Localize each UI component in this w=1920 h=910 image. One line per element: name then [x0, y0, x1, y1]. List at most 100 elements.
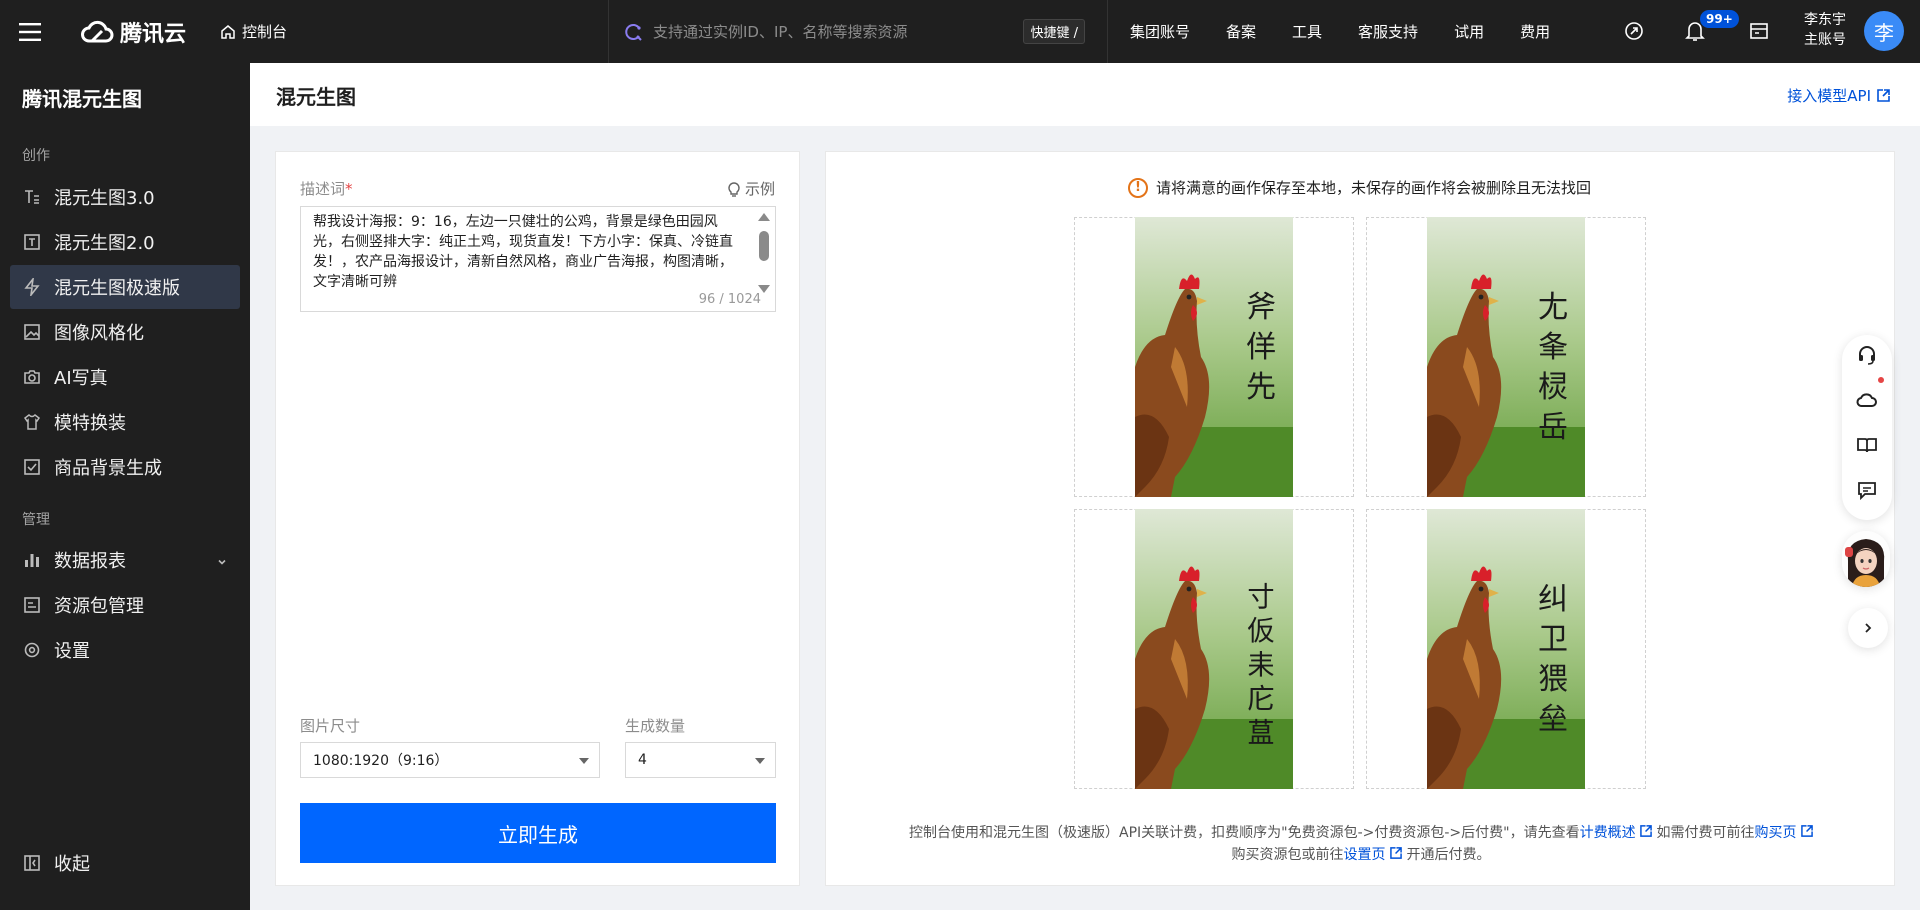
- result-image-3[interactable]: 寸仮耒庀蒀: [1074, 509, 1354, 789]
- sidebar-item-label: 设置: [54, 641, 90, 662]
- headset-icon[interactable]: [1855, 343, 1879, 367]
- billing-note-line-2: 购买资源包或前往设置页 开通后付费。: [826, 844, 1896, 866]
- api-link-label: 接入模型API: [1787, 87, 1871, 105]
- product-bg-icon: [22, 457, 42, 477]
- brand-logo[interactable]: 腾讯云: [80, 16, 186, 48]
- sidebar-item-ai-portrait[interactable]: AI写真: [10, 355, 240, 399]
- api-access-link[interactable]: 接入模型API: [1787, 85, 1890, 106]
- sidebar-item-label: 资源包管理: [54, 596, 144, 617]
- cloud-logo-icon: [81, 20, 114, 42]
- result-image-2[interactable]: 尢夆棂岳: [1366, 217, 1646, 497]
- console-home-link[interactable]: 控制台: [220, 21, 287, 42]
- sidebar-group-create: 创作: [22, 148, 50, 164]
- link-icon[interactable]: [1621, 18, 1647, 44]
- nav-trial[interactable]: 试用: [1454, 21, 1484, 42]
- results-panel: ! 请将满意的画作保存至本地，未保存的画作将会被删除且无法找回 斧佯先 尢夆棂岳…: [825, 151, 1895, 886]
- warning-icon: !: [1128, 177, 1148, 198]
- poster-headline-char: 猥: [1538, 662, 1568, 697]
- search-input[interactable]: [653, 22, 1013, 41]
- count-select[interactable]: 4: [625, 742, 776, 778]
- package-icon: [22, 595, 42, 615]
- sidebar-item-hunyuan-turbo[interactable]: 混元生图极速版: [10, 265, 240, 309]
- text-image-icon: [22, 187, 42, 207]
- billing-note-text: 购买资源包或前往: [1231, 847, 1344, 863]
- brand-name: 腾讯云: [120, 21, 187, 47]
- cloud-icon[interactable]: [1855, 388, 1879, 412]
- home-icon: [221, 24, 235, 39]
- chevron-right-icon[interactable]: [1848, 608, 1888, 648]
- nav-billing[interactable]: 费用: [1520, 21, 1550, 42]
- poster-headline-char: 庀: [1247, 684, 1274, 715]
- sidebar-item-label: 混元生图极速版: [54, 278, 180, 299]
- prompt-char-count: 96 / 1024: [698, 292, 761, 307]
- sidebar-item-label: AI写真: [54, 368, 108, 389]
- sidebar-item-outfit-swap[interactable]: 模特换装: [10, 400, 240, 444]
- scroll-up-arrow-icon[interactable]: [758, 213, 770, 221]
- poster-svg: 纠卫猥垒: [1427, 509, 1585, 789]
- unread-dot: [1878, 377, 1884, 383]
- sidebar-item-data-report[interactable]: 数据报表: [10, 538, 240, 582]
- poster-headline-char: 尢: [1538, 290, 1568, 325]
- count-label: 生成数量: [625, 717, 686, 735]
- page-header: 混元生图 接入模型API: [250, 63, 1920, 126]
- required-mark: *: [345, 180, 353, 198]
- nav-tools[interactable]: 工具: [1292, 21, 1322, 42]
- search-icon: [625, 23, 642, 41]
- poster-headline-char: 卫: [1538, 622, 1568, 657]
- sidebar-item-package[interactable]: 资源包管理: [10, 583, 240, 627]
- prompt-label: 描述词*: [300, 178, 353, 199]
- generate-button[interactable]: 立即生成: [300, 803, 776, 863]
- rooster-poster-image: 斧佯先: [1135, 217, 1293, 497]
- example-button[interactable]: 示例: [727, 178, 775, 199]
- bar-chart-icon: [22, 550, 42, 570]
- book-icon[interactable]: [1855, 433, 1879, 457]
- sidebar: 腾讯混元生图 创作 混元生图3.0 混元生图2.0 混元生图极速版 图像风格化 …: [0, 63, 250, 910]
- user-name: 李东宇: [1804, 12, 1846, 28]
- assistant-avatar[interactable]: [1842, 531, 1890, 587]
- feedback-icon[interactable]: [1855, 478, 1879, 502]
- settings-page-link[interactable]: 设置页: [1344, 847, 1386, 863]
- settings-icon: [22, 640, 42, 660]
- shortcut-hint: 快捷键 /: [1023, 19, 1085, 44]
- sidebar-item-hunyuan-2[interactable]: 混元生图2.0: [10, 220, 240, 264]
- sidebar-collapse-button[interactable]: 收起: [10, 841, 90, 885]
- text-box-icon: [22, 232, 42, 252]
- sidebar-item-product-bg[interactable]: 商品背景生成: [10, 445, 240, 489]
- notification-badge: 99+: [1700, 10, 1739, 28]
- poster-headline-char: 斧: [1246, 290, 1276, 325]
- prompt-textarea[interactable]: 帮我设计海报：9：16，左边一只健壮的公鸡，背景是绿色田园风光，右侧竖排大字：纯…: [300, 206, 776, 312]
- top-nav-links: 集团账号 备案 工具 客服支持 试用 费用: [1130, 0, 1586, 63]
- prompt-scrollbar[interactable]: [757, 211, 771, 293]
- avatar[interactable]: 李: [1864, 11, 1904, 51]
- billing-overview-link[interactable]: 计费概述: [1580, 825, 1636, 841]
- sidebar-item-settings[interactable]: 设置: [10, 628, 240, 672]
- nav-filing[interactable]: 备案: [1226, 21, 1256, 42]
- user-info[interactable]: 李东宇 主账号: [1804, 10, 1846, 50]
- poster-headline-char: 佯: [1246, 330, 1276, 365]
- poster-headline-char: 垒: [1538, 702, 1568, 737]
- billing-note-text: 控制台使用和混元生图（极速版）API关联计费，扣费顺序为"免费资源包->付费资源…: [909, 825, 1580, 841]
- generation-form-panel: 描述词* 示例 帮我设计海报：9：16，左边一只健壮的公鸡，背景是绿色田园风光，…: [275, 151, 800, 886]
- camera-icon: [22, 367, 42, 387]
- poster-headline-char: 纠: [1538, 582, 1568, 617]
- console-label: 控制台: [242, 23, 288, 41]
- size-label: 图片尺寸: [300, 717, 361, 735]
- scroll-thumb[interactable]: [759, 231, 769, 261]
- external-link-icon: [1640, 825, 1652, 837]
- nav-group-account[interactable]: 集团账号: [1130, 21, 1190, 42]
- billing-note-line-1: 控制台使用和混元生图（极速版）API关联计费，扣费顺序为"免费资源包->付费资源…: [826, 822, 1896, 844]
- count-value: 4: [638, 752, 647, 768]
- result-image-4[interactable]: 纠卫猥垒: [1366, 509, 1646, 789]
- sidebar-item-label: 模特换装: [54, 413, 126, 434]
- sidebar-item-stylize[interactable]: 图像风格化: [10, 310, 240, 354]
- workorder-icon[interactable]: [1746, 18, 1772, 44]
- rooster-poster-image: 寸仮耒庀蒀: [1135, 509, 1293, 789]
- external-link-icon: [1801, 825, 1813, 837]
- hamburger-menu-icon[interactable]: [0, 0, 60, 63]
- warning-text: 请将满意的画作保存至本地，未保存的画作将会被删除且无法找回: [1156, 179, 1592, 197]
- purchase-page-link[interactable]: 购买页: [1755, 825, 1797, 841]
- result-image-1[interactable]: 斧佯先: [1074, 217, 1354, 497]
- nav-support[interactable]: 客服支持: [1358, 21, 1418, 42]
- sidebar-item-hunyuan-3[interactable]: 混元生图3.0: [10, 175, 240, 219]
- size-select[interactable]: 1080:1920（9:16）: [300, 742, 600, 778]
